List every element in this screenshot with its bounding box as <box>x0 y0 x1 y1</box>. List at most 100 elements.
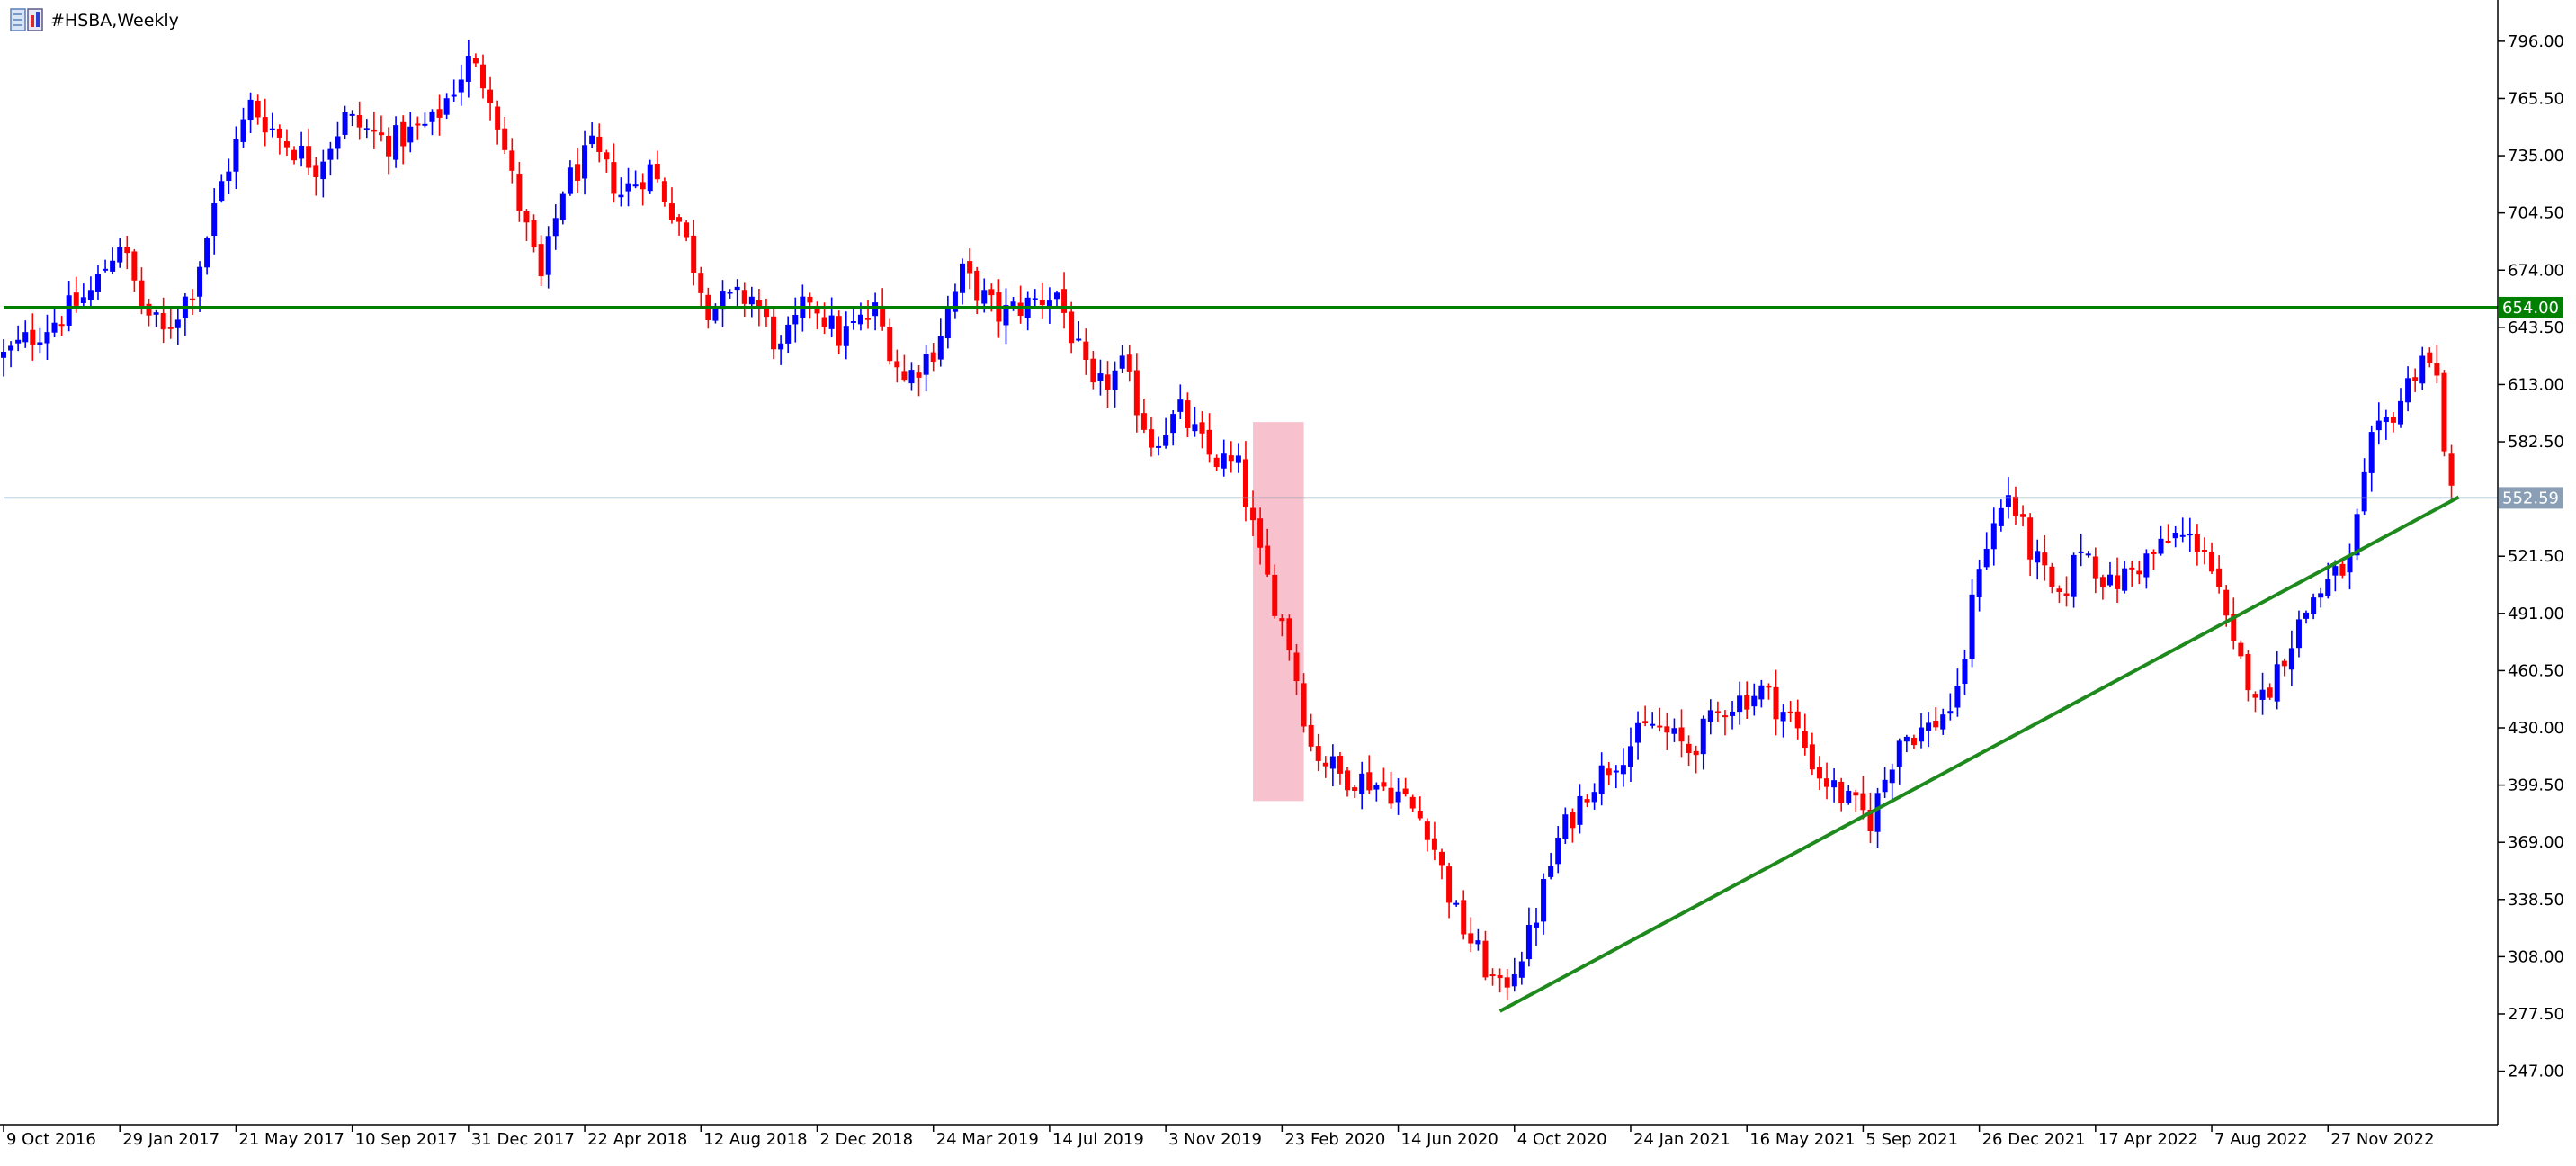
candle-body <box>1525 925 1532 960</box>
candle-body <box>1976 569 1982 597</box>
candle-body <box>255 100 261 118</box>
candle-body <box>233 139 239 172</box>
candle-body <box>2303 612 2310 619</box>
candle-body <box>1402 788 1409 794</box>
candle-body <box>1518 961 1525 978</box>
candle-body <box>1606 768 1612 776</box>
candle-body <box>1053 292 1060 300</box>
candle-body <box>2056 588 2062 592</box>
candle-body <box>2106 574 2113 586</box>
candle-body <box>58 324 65 327</box>
candle-body <box>407 126 414 143</box>
candle-body <box>320 161 326 180</box>
candle-body <box>2129 567 2135 570</box>
candle-body <box>2092 556 2098 579</box>
candle-body <box>2405 378 2411 403</box>
candle-body <box>197 266 203 297</box>
candle-body <box>1591 792 1597 803</box>
candle-body <box>2078 551 2084 553</box>
y-tick-label: 308.00 <box>2508 947 2564 966</box>
x-tick-label: 2 Dec 2018 <box>819 1130 913 1149</box>
candle-body <box>1381 782 1387 787</box>
candle-body <box>850 321 856 324</box>
candle-body <box>967 261 973 274</box>
candle-body <box>313 165 319 177</box>
candle-body <box>1707 710 1713 722</box>
candle-body <box>110 260 116 272</box>
candle-body <box>1860 793 1866 811</box>
candle-body <box>189 298 195 300</box>
candle-body <box>87 290 94 300</box>
candle-body <box>1373 785 1380 790</box>
candle-body <box>2122 568 2128 591</box>
candle-body <box>1613 770 1619 773</box>
candle-body <box>2332 566 2339 576</box>
candle-body <box>2390 417 2396 423</box>
candle-body <box>1926 722 1932 731</box>
candle-body <box>1598 765 1605 794</box>
candle-body <box>1235 455 1241 463</box>
y-tick-label: 460.50 <box>2508 661 2564 680</box>
bar-chart-icon <box>27 8 43 31</box>
candle-body <box>2311 597 2317 614</box>
x-tick-label: 14 Jun 2020 <box>1401 1130 1498 1149</box>
candle-body <box>974 270 980 301</box>
candle-body <box>1257 518 1264 548</box>
candle-body <box>1293 652 1300 682</box>
candle-body <box>1105 374 1111 390</box>
candle-body <box>785 324 792 344</box>
candle-body <box>422 123 428 126</box>
candle-body <box>538 244 544 277</box>
candle-body <box>2339 563 2346 576</box>
y-tick-label: 521.50 <box>2508 547 2564 566</box>
candle-body <box>393 125 399 160</box>
candle-body <box>1424 821 1430 840</box>
x-tick-label: 9 Oct 2016 <box>6 1130 96 1149</box>
candle-body <box>80 297 86 304</box>
x-tick-label: 22 Apr 2018 <box>587 1130 687 1149</box>
x-tick-label: 14 Jul 2019 <box>1052 1130 1144 1149</box>
candle-body <box>2136 570 2142 575</box>
candle-body <box>843 326 849 346</box>
candle-body <box>2099 577 2106 588</box>
candle-body <box>1032 298 1038 300</box>
candle-body <box>1650 723 1656 726</box>
price-chart[interactable]: 654.00 552.59 796.00 765.50 735.00 704.50 674… <box>0 0 2576 1166</box>
candle-body <box>640 182 646 190</box>
candle-body <box>676 217 683 222</box>
candle-body <box>901 371 908 381</box>
candle-body <box>596 136 603 152</box>
y-tick-label: 582.50 <box>2508 433 2564 452</box>
candle-body <box>2179 534 2186 537</box>
candle-body <box>1119 355 1125 369</box>
candle-body <box>1140 413 1147 430</box>
candle-body <box>589 135 595 145</box>
candle-body <box>1112 370 1118 391</box>
candle-body <box>378 132 384 136</box>
candle-body <box>269 128 275 130</box>
candle-body <box>349 113 355 116</box>
candle-body <box>299 145 305 159</box>
candle-body <box>1 351 6 358</box>
candle-body <box>1170 414 1176 434</box>
candle-body <box>821 317 827 327</box>
candle-body <box>1838 781 1845 803</box>
candle-body <box>8 345 14 351</box>
candle-body <box>734 286 740 291</box>
candle-body <box>1664 726 1670 733</box>
symbol-title: #HSBA,Weekly <box>50 11 179 31</box>
candle-body <box>1758 685 1765 700</box>
candle-body <box>415 123 421 126</box>
candle-body <box>1744 695 1750 710</box>
candle-body <box>1315 746 1321 761</box>
symbol-header: #HSBA,Weekly <box>10 8 179 31</box>
candle-body <box>2441 372 2447 452</box>
candle-body <box>1010 301 1016 307</box>
candle-body <box>1511 973 1517 987</box>
candle-body <box>103 268 109 271</box>
candle-body <box>1329 756 1336 769</box>
candle-body <box>37 342 43 345</box>
candle-body <box>1417 810 1423 819</box>
candle-body <box>2288 648 2294 670</box>
candle-body <box>908 370 915 384</box>
